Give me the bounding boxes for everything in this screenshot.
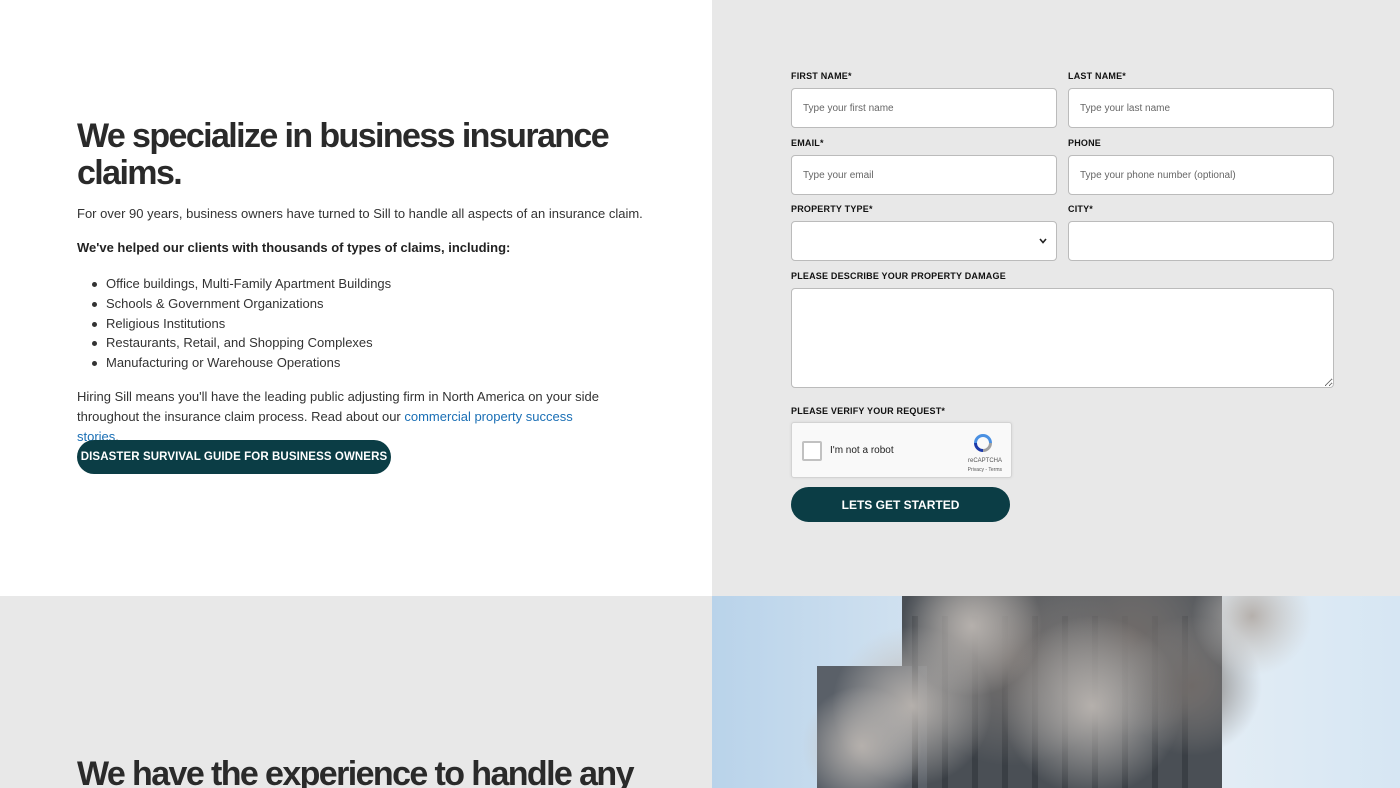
damage-textarea[interactable] [791,288,1334,388]
captcha-text: I'm not a robot [830,445,894,456]
captcha-checkbox[interactable] [802,441,822,461]
list-item: Religious Institutions [92,314,391,334]
phone-input[interactable] [1068,155,1334,195]
verify-label: PLEASE VERIFY YOUR REQUEST* [791,406,946,416]
survival-guide-button[interactable]: DISASTER SURVIVAL GUIDE FOR BUSINESS OWN… [77,440,391,474]
city-input[interactable] [1068,221,1334,261]
experience-heading: We have the experience to handle any [77,755,634,788]
property-type-label: PROPERTY TYPE* [791,204,873,214]
first-name-input[interactable] [791,88,1057,128]
list-item: Manufacturing or Warehouse Operations [92,353,391,373]
claim-types-list: Office buildings, Multi-Family Apartment… [92,274,391,373]
first-name-label: FIRST NAME* [791,71,852,81]
last-name-input[interactable] [1068,88,1334,128]
list-item: Schools & Government Organizations [92,294,391,314]
hiring-text: Hiring Sill means you'll have the leadin… [77,387,617,447]
property-type-select[interactable] [791,221,1057,261]
email-label: EMAIL* [791,138,824,148]
phone-label: PHONE [1068,138,1102,148]
intro-text: For over 90 years, business owners have … [77,206,643,221]
recaptcha-widget: I'm not a robot reCAPTCHA Privacy - Term… [791,422,1012,478]
experience-panel: We have the experience to handle any [0,596,712,788]
captcha-terms-link[interactable]: Privacy - Terms [968,467,1002,473]
list-item: Restaurants, Retail, and Shopping Comple… [92,333,391,353]
email-input[interactable] [791,155,1057,195]
helped-text: We've helped our clients with thousands … [77,240,511,255]
city-label: CITY* [1068,204,1094,214]
captcha-brand: reCAPTCHA [967,458,1002,464]
burning-building-image [712,596,1400,788]
last-name-label: LAST NAME* [1068,71,1126,81]
recaptcha-icon [971,431,995,455]
damage-label: PLEASE DESCRIBE YOUR PROPERTY DAMAGE [791,271,1006,281]
list-item: Office buildings, Multi-Family Apartment… [92,274,391,294]
lets-get-started-button[interactable]: LETS GET STARTED [791,487,1010,522]
page-heading: We specialize in business insurance clai… [77,117,610,192]
chevron-down-icon [1038,235,1048,247]
